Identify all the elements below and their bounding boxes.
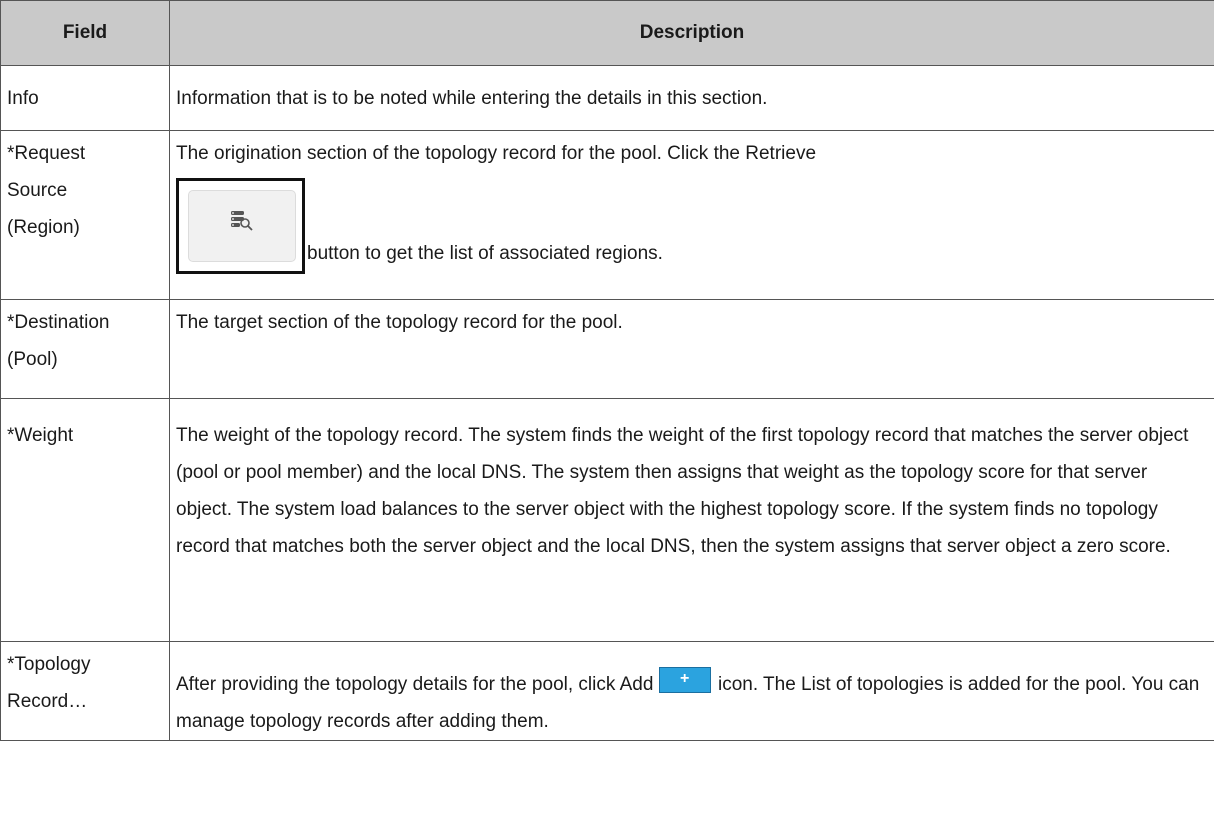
table-row: *Destination (Pool) The target section o…	[0, 299, 1214, 399]
field-cell: *Destination (Pool)	[0, 299, 170, 399]
field-line: *Destination	[7, 312, 110, 333]
retrieve-button-image	[176, 178, 305, 274]
description-text-block: After providing the topology details for…	[176, 646, 1208, 740]
field-line: Source	[7, 180, 68, 201]
table-row: Info Information that is to be noted whi…	[0, 65, 1214, 131]
field-cell: *Topology Record…	[0, 641, 170, 741]
field-line: (Pool)	[7, 349, 58, 370]
table-row: *Weight The weight of the topology recor…	[0, 398, 1214, 642]
description-text: The origination section of the topology …	[176, 143, 817, 164]
field-cell: Info	[0, 65, 170, 131]
description-column-header: Description	[169, 0, 1214, 66]
field-line: (Region)	[7, 217, 80, 238]
field-cell: *Request Source (Region)	[0, 130, 170, 300]
field-cell: *Weight	[0, 398, 170, 642]
add-icon[interactable]: +	[658, 667, 711, 693]
field-line: *Request	[7, 143, 86, 164]
field-column-header: Field	[0, 0, 170, 66]
field-line: Record…	[7, 691, 88, 712]
description-cell: The target section of the topology recor…	[169, 299, 1214, 399]
retrieve-list-search-icon	[231, 211, 253, 231]
description-cell: The weight of the topology record. The s…	[169, 398, 1214, 642]
description-cell: After providing the topology details for…	[169, 641, 1214, 741]
table-row: *Request Source (Region) The origination…	[0, 130, 1214, 300]
description-cell: The origination section of the topology …	[169, 130, 1214, 300]
plus-icon: +	[680, 670, 690, 687]
field-line: *Topology	[7, 654, 91, 675]
table-header-row: Field Description	[0, 0, 1214, 66]
description-text: button to get the list of associated reg…	[307, 243, 663, 264]
table-row: *Topology Record… After providing the to…	[0, 641, 1214, 741]
description-text: After providing the topology details for…	[176, 674, 654, 695]
retrieve-button[interactable]	[188, 190, 296, 262]
field-description-table: Field Description Info Information that …	[0, 0, 1214, 741]
description-cell: Information that is to be noted while en…	[169, 65, 1214, 131]
